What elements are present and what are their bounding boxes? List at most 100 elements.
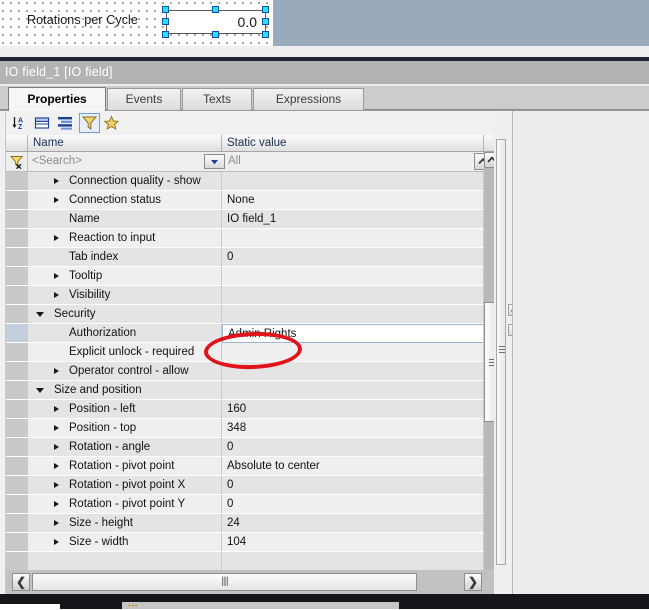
row-value-cell[interactable]: IO field_1 <box>222 210 484 229</box>
table-row[interactable]: Position - top 348 <box>6 419 494 438</box>
chevron-right-icon[interactable] <box>54 178 59 184</box>
grid-horizontal-scrollbar[interactable]: ❮ |||| ❯ <box>6 570 494 594</box>
column-header-static-value[interactable]: Static value <box>222 135 484 151</box>
row-name-cell[interactable] <box>28 552 222 571</box>
table-row[interactable]: Rotation - pivot point Absolute to center <box>6 457 494 476</box>
table-row[interactable]: Connection quality - show <box>6 172 494 191</box>
row-value-cell[interactable] <box>222 267 484 286</box>
table-row[interactable]: Size and position <box>6 381 494 400</box>
scroll-left-button[interactable]: ❮ <box>12 573 30 591</box>
table-row[interactable]: Operator control - allow <box>6 362 494 381</box>
chevron-down-icon[interactable] <box>36 388 44 393</box>
selection-handle-middle-left[interactable] <box>162 18 169 25</box>
row-name-cell[interactable]: Tooltip <box>28 267 222 286</box>
row-name-cell[interactable]: Tab index <box>28 248 222 267</box>
row-value-cell[interactable] <box>222 305 484 324</box>
table-row[interactable]: Tab index 0 <box>6 248 494 267</box>
row-value-cell[interactable]: 160 <box>222 400 484 419</box>
chevron-right-icon[interactable] <box>54 501 59 507</box>
row-name-cell[interactable]: Reaction to input <box>28 229 222 248</box>
chevron-right-icon[interactable] <box>54 463 59 469</box>
row-value-cell[interactable]: 348 <box>222 419 484 438</box>
row-value-cell[interactable] <box>222 172 484 191</box>
chevron-right-icon[interactable] <box>54 444 59 450</box>
row-value-cell[interactable]: 0 <box>222 438 484 457</box>
row-name-cell[interactable]: Operator control - allow <box>28 362 222 381</box>
row-value-cell[interactable]: 104 <box>222 533 484 552</box>
table-row[interactable]: Visibility <box>6 286 494 305</box>
table-row[interactable]: Position - left 160 <box>6 400 494 419</box>
table-row[interactable]: Rotation - pivot point Y 0 <box>6 495 494 514</box>
column-header-name[interactable]: Name <box>28 135 222 151</box>
row-name-cell[interactable]: Size and position <box>28 381 222 400</box>
table-row[interactable]: Size - height 24 <box>6 514 494 533</box>
filter-funnel-icon[interactable] <box>79 113 100 133</box>
table-row[interactable]: Authorization Admin Rights <box>6 324 494 343</box>
taskbar-window-button[interactable] <box>122 602 399 609</box>
row-name-cell[interactable]: Size - width <box>28 533 222 552</box>
row-value-cell[interactable] <box>222 343 484 362</box>
row-name-cell[interactable]: Connection status <box>28 191 222 210</box>
selection-handle-bottom-right[interactable] <box>262 31 269 38</box>
chevron-right-icon[interactable] <box>54 197 59 203</box>
chevron-right-icon[interactable] <box>54 368 59 374</box>
row-value-cell[interactable]: 0 <box>222 495 484 514</box>
row-name-cell[interactable]: Size - height <box>28 514 222 533</box>
chevron-right-icon[interactable] <box>54 406 59 412</box>
row-name-cell[interactable]: Explicit unlock - required <box>28 343 222 362</box>
table-row[interactable]: Rotation - pivot point X 0 <box>6 476 494 495</box>
row-name-cell[interactable]: Position - left <box>28 400 222 419</box>
chevron-right-icon[interactable] <box>54 482 59 488</box>
row-value-cell[interactable] <box>222 381 484 400</box>
table-row[interactable]: Tooltip <box>6 267 494 286</box>
list-view-icon[interactable] <box>57 115 74 131</box>
horizontal-scroll-thumb[interactable]: |||| <box>32 573 417 591</box>
chevron-right-icon[interactable] <box>54 425 59 431</box>
selection-handle-bottom-left[interactable] <box>162 31 169 38</box>
row-name-cell[interactable]: Position - top <box>28 419 222 438</box>
row-value-cell[interactable]: Admin Rights <box>222 324 484 343</box>
value-filter-field[interactable]: All <box>223 153 241 170</box>
table-row[interactable]: Connection status None <box>6 191 494 210</box>
selection-handle-top-right[interactable] <box>262 6 269 13</box>
sort-az-icon[interactable]: A Z <box>11 115 28 131</box>
tab-expressions[interactable]: Expressions <box>253 88 364 110</box>
row-value-cell[interactable]: 24 <box>222 514 484 533</box>
chevron-right-icon[interactable] <box>54 539 59 545</box>
row-name-cell[interactable]: Rotation - pivot point X <box>28 476 222 495</box>
row-name-cell[interactable]: Name <box>28 210 222 229</box>
table-row[interactable] <box>6 552 494 571</box>
row-value-cell[interactable]: 0 <box>222 476 484 495</box>
row-value-cell[interactable]: Absolute to center <box>222 457 484 476</box>
group-folder-icon[interactable] <box>34 115 51 131</box>
pane-splitter-handle[interactable] <box>496 139 506 565</box>
search-dropdown-button[interactable] <box>204 154 225 169</box>
table-row[interactable]: Rotation - angle 0 <box>6 438 494 457</box>
search-input[interactable]: <Search> <box>29 153 219 170</box>
row-value-cell[interactable] <box>222 362 484 381</box>
selection-handle-bottom-center[interactable] <box>212 31 219 38</box>
row-name-cell[interactable]: Visibility <box>28 286 222 305</box>
selection-handle-top-left[interactable] <box>162 6 169 13</box>
row-name-cell[interactable]: Security <box>28 305 222 324</box>
row-name-cell[interactable]: Rotation - pivot point Y <box>28 495 222 514</box>
chevron-right-icon[interactable] <box>54 520 59 526</box>
row-value-cell[interactable] <box>222 552 484 571</box>
row-value-cell[interactable]: 0 <box>222 248 484 267</box>
row-name-cell[interactable]: Authorization <box>28 324 222 343</box>
row-value-cell[interactable]: None <box>222 191 484 210</box>
row-value-cell[interactable] <box>222 229 484 248</box>
table-row[interactable]: Explicit unlock - required <box>6 343 494 362</box>
row-name-cell[interactable]: Connection quality - show <box>28 172 222 191</box>
scroll-right-button[interactable]: ❯ <box>464 573 482 591</box>
chevron-down-icon[interactable] <box>36 312 44 317</box>
tab-texts[interactable]: Texts <box>182 88 252 110</box>
taskbar-start-area[interactable] <box>0 604 60 609</box>
selection-handle-top-center[interactable] <box>212 6 219 13</box>
table-row[interactable]: Reaction to input <box>6 229 494 248</box>
favorites-star-icon[interactable] <box>103 115 120 131</box>
row-name-cell[interactable]: Rotation - pivot point <box>28 457 222 476</box>
chevron-right-icon[interactable] <box>54 235 59 241</box>
tab-properties[interactable]: Properties <box>8 87 106 111</box>
table-row[interactable]: Security <box>6 305 494 324</box>
